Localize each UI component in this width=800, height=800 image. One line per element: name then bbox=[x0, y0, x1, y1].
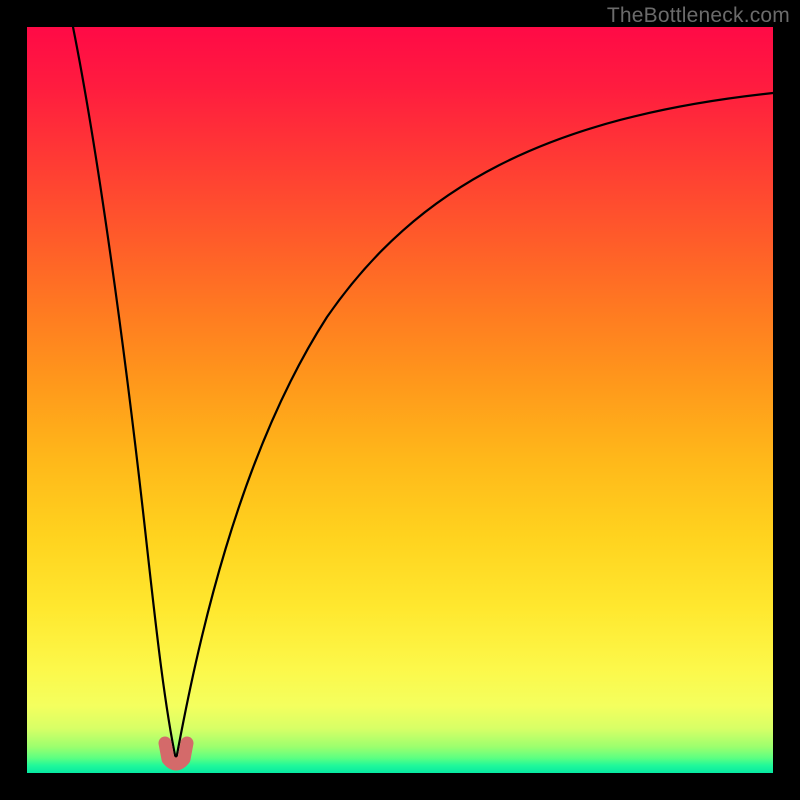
curve-right-branch bbox=[176, 93, 773, 760]
chart-stage: TheBottleneck.com bbox=[0, 0, 800, 800]
watermark-text: TheBottleneck.com bbox=[607, 4, 790, 28]
curve-left-branch bbox=[73, 27, 176, 760]
plot-area bbox=[27, 27, 773, 773]
minimum-marker-icon bbox=[165, 743, 187, 764]
curve-svg bbox=[27, 27, 773, 773]
